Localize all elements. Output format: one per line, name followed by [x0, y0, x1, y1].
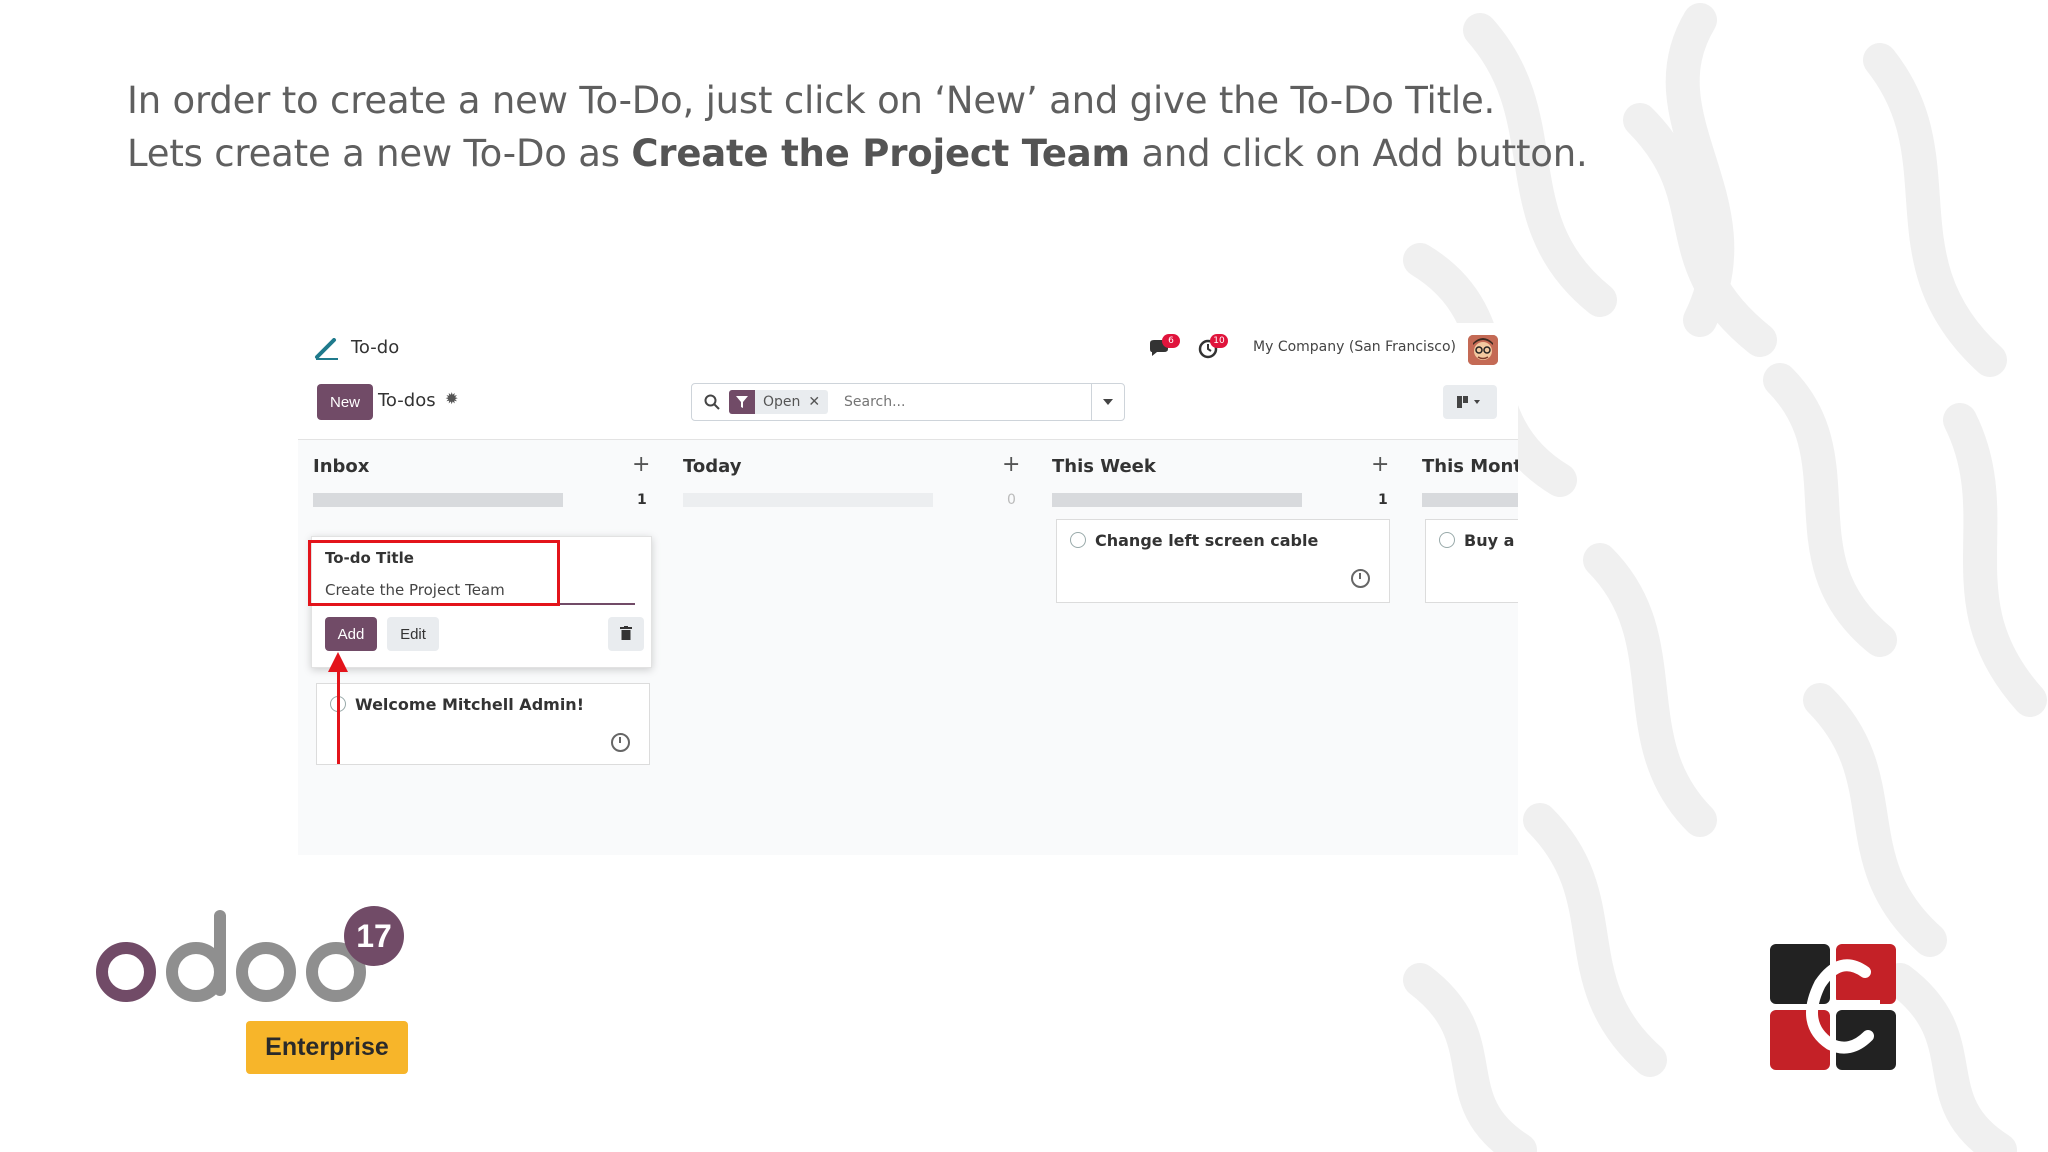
column-title: Today: [683, 456, 742, 477]
highlight-box: [308, 540, 560, 606]
filter-icon: [729, 390, 755, 414]
app-title[interactable]: To-do: [351, 337, 399, 358]
column-progress-bar: [313, 493, 563, 507]
column-title: This Week: [1052, 456, 1156, 477]
column-progress-bar: [1052, 493, 1302, 507]
facet-value: Open: [763, 394, 801, 410]
column-title: This Month: [1422, 456, 1518, 477]
instruction-caption: In order to create a new To-Do, just cli…: [127, 74, 1588, 180]
todo-app-icon: [315, 338, 338, 360]
add-to-column-icon[interactable]: +: [632, 452, 650, 477]
version-number: 17: [356, 918, 392, 954]
edition-badge: Enterprise: [246, 1021, 408, 1074]
trash-icon: [620, 625, 632, 640]
caret-down-icon: [1103, 399, 1113, 405]
card-title: Change left screen cable: [1095, 531, 1319, 550]
column-count: 1: [637, 492, 647, 508]
done-check-icon[interactable]: [1070, 532, 1086, 548]
activities-badge: 10: [1210, 334, 1228, 348]
kanban-card-week[interactable]: Change left screen cable: [1056, 519, 1390, 603]
view-switcher[interactable]: [1443, 385, 1497, 419]
avatar-face-icon: [1468, 335, 1498, 365]
gear-icon[interactable]: ✹: [445, 389, 458, 408]
search-input[interactable]: [844, 391, 1084, 413]
activity-clock-icon[interactable]: [611, 733, 630, 752]
column-count: 1: [1378, 492, 1388, 508]
new-button[interactable]: New: [317, 384, 373, 420]
odoo-logo: 17: [96, 906, 404, 1002]
add-button[interactable]: Add: [325, 617, 377, 651]
card-title: Buy a g: [1464, 531, 1518, 550]
messages-badge: 6: [1162, 334, 1180, 348]
add-to-column-icon[interactable]: +: [1371, 452, 1389, 477]
search-options-toggle[interactable]: [1091, 384, 1124, 420]
column-progress-bar: [683, 493, 933, 507]
add-to-column-icon[interactable]: +: [1002, 452, 1020, 477]
annotation-arrow: [337, 666, 340, 764]
company-switcher[interactable]: My Company (San Francisco): [1253, 339, 1456, 355]
column-title: Inbox: [313, 456, 370, 477]
done-check-icon[interactable]: [1439, 532, 1455, 548]
activity-clock-icon[interactable]: [1351, 569, 1370, 588]
caption-line-2-start: Lets create a new To-Do as: [127, 132, 632, 175]
search-bar[interactable]: Open ✕: [691, 383, 1125, 421]
top-navbar: To-do 6 10 My Company (San Francisco): [298, 323, 1518, 373]
caption-line-2-end: and click on Add button.: [1129, 132, 1588, 175]
caption-emphasis: Create the Project Team: [631, 132, 1130, 175]
kanban-card-month[interactable]: Buy a g: [1425, 519, 1518, 603]
edit-button[interactable]: Edit: [387, 617, 439, 651]
card-title: Welcome Mitchell Admin!: [355, 695, 584, 714]
discard-button[interactable]: [608, 617, 644, 651]
caption-line-1: In order to create a new To-Do, just cli…: [127, 79, 1496, 122]
company-brand-logo: [1770, 944, 1896, 1070]
search-icon: [704, 394, 720, 410]
kanban-view-icon: [1457, 396, 1480, 408]
caption-line-2: Lets create a new To-Do as Create the Pr…: [127, 127, 1588, 180]
filter-facet[interactable]: Open ✕: [729, 390, 829, 414]
column-progress-bar: [1422, 493, 1518, 507]
remove-facet-icon[interactable]: ✕: [808, 394, 828, 410]
column-count: 0: [1007, 492, 1016, 508]
user-avatar[interactable]: [1468, 335, 1498, 365]
kanban-card-inbox[interactable]: Welcome Mitchell Admin!: [316, 683, 650, 765]
breadcrumb: To-dos: [378, 390, 436, 411]
